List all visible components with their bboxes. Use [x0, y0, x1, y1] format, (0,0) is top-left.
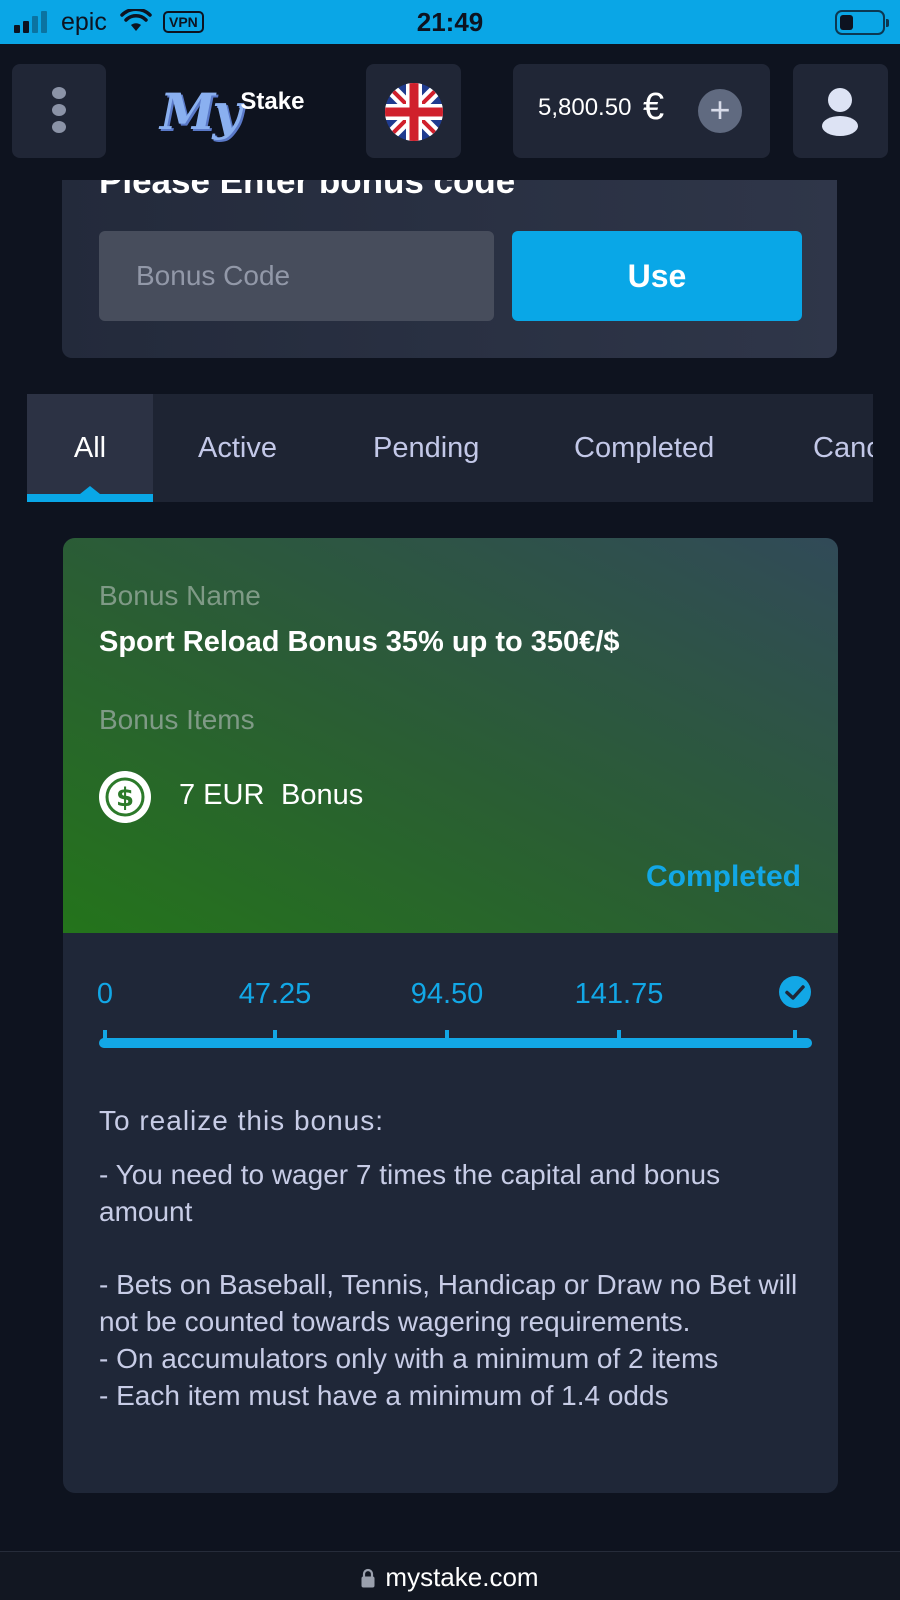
bonus-code-input[interactable] [99, 231, 494, 321]
terms-line: - Bets on Baseball, Tennis, Handicap or … [99, 1269, 798, 1337]
progress-track [99, 1038, 812, 1048]
terms-line: - On accumulators only with a minimum of… [99, 1343, 719, 1374]
balance-amount: 5,800.50 [538, 94, 632, 121]
bonus-name-label: Bonus Name [99, 580, 261, 611]
use-button[interactable]: Use [512, 231, 802, 321]
bonus-card-header: Bonus Name Sport Reload Bonus 35% up to … [63, 538, 838, 933]
bonus-item-amount: 7 EUR [179, 779, 265, 811]
logo-stake: Stake [240, 88, 305, 115]
progress-tick-label: 0 [96, 978, 114, 1010]
progress-tick [273, 1030, 277, 1042]
currency-symbol: € [643, 86, 665, 128]
progress-tick-label: 141.75 [574, 978, 664, 1010]
bonus-code-panel: Please Enter bonus code Use [62, 180, 837, 358]
language-button[interactable] [366, 64, 461, 158]
svg-text:$: $ [116, 783, 134, 813]
tab-pending[interactable]: Pending [373, 394, 479, 502]
battery-icon [835, 10, 889, 35]
plus-icon[interactable]: + [698, 89, 742, 133]
profile-button[interactable] [793, 64, 888, 158]
lock-icon [361, 1568, 375, 1588]
uk-flag-icon [385, 83, 443, 141]
bonus-card: Bonus Name Sport Reload Bonus 35% up to … [63, 538, 838, 1493]
dollar-coin-icon: $ [99, 771, 151, 823]
progress-tick [445, 1030, 449, 1042]
bonus-status: Completed [645, 860, 801, 893]
menu-button[interactable] [12, 64, 106, 158]
progress-fill [99, 1038, 812, 1048]
bonus-items-label: Bonus Items [99, 704, 255, 735]
tab-all[interactable]: All [27, 394, 153, 502]
progress-tick [617, 1030, 621, 1042]
bonus-item-type: Bonus [281, 779, 364, 811]
tab-cancelled[interactable]: Cancelled [813, 394, 873, 502]
progress-tick [793, 1030, 797, 1042]
tab-completed[interactable]: Completed [574, 394, 714, 502]
terms-line: - Each item must have a minimum of 1.4 o… [99, 1380, 669, 1411]
tab-active[interactable]: Active [198, 394, 277, 502]
mystake-logo[interactable]: My Stake [160, 84, 304, 144]
progress-tick-label: 47.25 [238, 978, 312, 1010]
progress-tick-label: 94.50 [410, 978, 484, 1010]
status-bar: epic VPN 21:49 [0, 0, 900, 44]
bonus-code-title: Please Enter bonus code [99, 180, 516, 201]
clock: 21:49 [416, 7, 484, 37]
top-nav: My Stake 5,800.50 € + [0, 44, 900, 180]
terms-line: - You need to wager 7 times the capital … [99, 1159, 721, 1227]
user-icon [822, 88, 858, 136]
terms-heading: To realize this bonus: [99, 1105, 385, 1136]
logo-my: My [160, 82, 241, 141]
menu-dots-icon [52, 87, 66, 133]
progress-tick [103, 1030, 107, 1042]
bonus-status-tabs: All Active Pending Completed Cancelled [27, 394, 873, 502]
browser-url-bar[interactable]: mystake.com [0, 1551, 900, 1600]
balance-widget[interactable]: 5,800.50 € + [513, 64, 770, 158]
wager-progress: 0 47.25 94.50 141.75 [96, 976, 812, 1058]
bonus-name: Sport Reload Bonus 35% up to 350€/$ [99, 626, 620, 658]
check-circle-icon [779, 976, 811, 1008]
url-text: mystake.com [385, 1562, 539, 1592]
